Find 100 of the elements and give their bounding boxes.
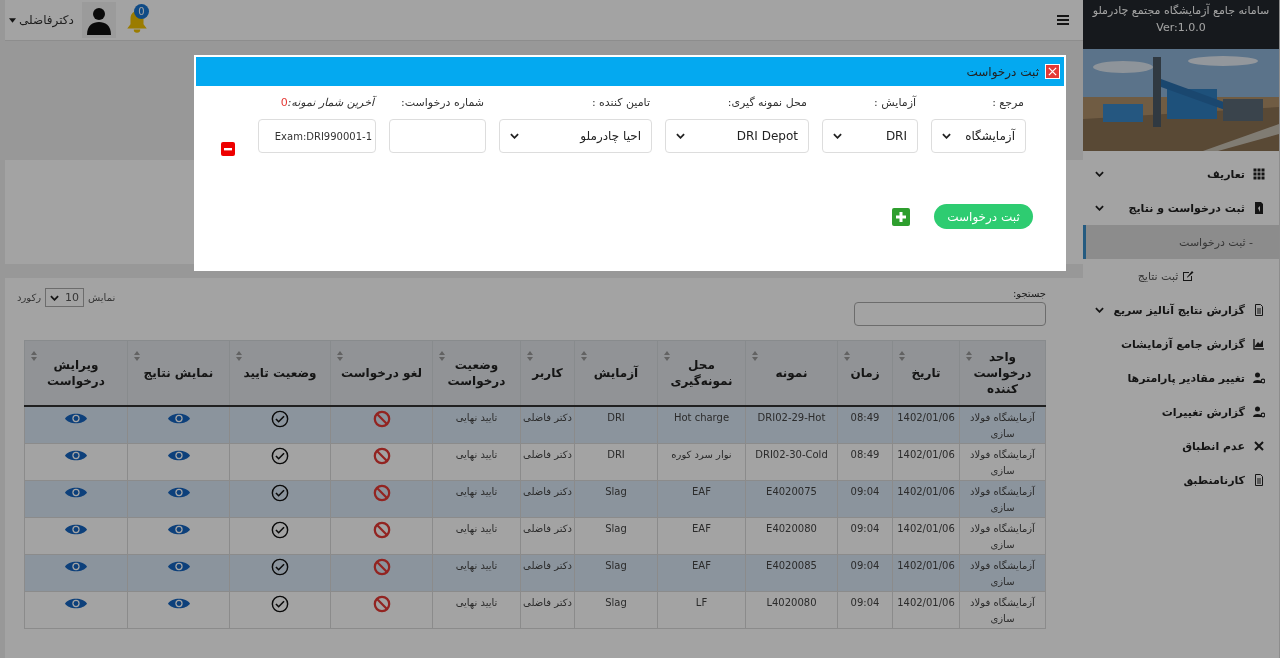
sort-icon[interactable] <box>581 351 587 361</box>
menu-item[interactable]: گزارش تغییرات <box>1083 395 1279 429</box>
table-cell: آزمایشگاه فولاد سازی <box>959 406 1046 443</box>
chevron-icon <box>833 133 842 139</box>
eye-icon[interactable] <box>167 559 190 573</box>
menu-item[interactable]: گزارش نتایج آنالیز سریع <box>1083 293 1279 327</box>
menu-item[interactable]: ثبت درخواست و نتایج <box>1083 191 1279 225</box>
eye-icon[interactable] <box>65 448 87 462</box>
add-icon[interactable] <box>892 207 910 226</box>
menu-item[interactable]: گزارش جامع آزمایشات <box>1083 327 1279 361</box>
column-header: تاریخ <box>911 366 941 380</box>
menu-item[interactable]: تعاریف <box>1083 157 1279 191</box>
table-cell: 1402/01/06 <box>892 443 960 480</box>
table-cell: DRI02-29-Hot <box>745 406 838 443</box>
search-label: جستجو: <box>1012 288 1046 299</box>
menu-item[interactable]: عدم انطباق <box>1083 429 1279 463</box>
column-header: نمایش نتایج <box>143 366 214 380</box>
sort-icon[interactable] <box>439 351 445 361</box>
cancel-icon[interactable] <box>372 410 391 428</box>
column-header: لغو درخواست <box>341 366 422 380</box>
sort-icon[interactable] <box>752 351 758 361</box>
table-cell: 1402/01/06 <box>892 480 960 517</box>
eye-icon[interactable] <box>167 522 190 536</box>
avatar-icon <box>81 2 116 38</box>
table-cell: دکتر فاضلی <box>520 480 575 517</box>
table-cell: EAF <box>657 480 746 517</box>
search-field[interactable] <box>854 302 1046 326</box>
caret-icon <box>9 17 16 23</box>
eye-icon[interactable] <box>167 485 190 499</box>
table-cell: LF <box>657 591 746 628</box>
table-cell: دکتر فاضلی <box>520 443 575 480</box>
column-header: ویرایش درخواست <box>47 358 105 388</box>
user-settings-icon <box>1253 372 1265 384</box>
close-icon <box>1253 440 1265 452</box>
remove-icon[interactable] <box>221 142 235 156</box>
chevron-icon <box>1095 307 1104 313</box>
submenu-item[interactable]: ثبت نتایج <box>1083 259 1279 293</box>
input-field[interactable] <box>389 119 486 153</box>
eye-icon[interactable] <box>65 485 87 499</box>
close-button[interactable] <box>1045 64 1060 79</box>
menu-item[interactable]: کارنامنطبق <box>1083 463 1279 497</box>
version-label: Ver:1.0.0 <box>1156 21 1206 34</box>
eye-icon[interactable] <box>167 596 190 610</box>
column-header: زمان <box>850 366 880 380</box>
eye-icon[interactable] <box>167 448 190 462</box>
eye-icon[interactable] <box>65 596 87 610</box>
table-cell: 09:04 <box>837 591 893 628</box>
sort-icon[interactable] <box>664 351 670 361</box>
sort-icon[interactable] <box>966 351 972 361</box>
menu-icon[interactable] <box>1057 15 1069 25</box>
dropdown[interactable]: DRI <box>822 119 918 153</box>
column-header: کاربر <box>532 366 563 380</box>
dropdown[interactable]: آزمایشگاه <box>931 119 1026 153</box>
user-menu[interactable]: دکترفاضلی <box>5 13 78 27</box>
chevron-icon <box>510 133 519 139</box>
eye-icon[interactable] <box>65 412 87 425</box>
chevron-icon <box>942 133 951 139</box>
column-header: آزمایش <box>593 366 639 380</box>
menu-item[interactable]: تغییر مقادیر پارامترها <box>1083 361 1279 395</box>
page-size-dropdown[interactable]: 10 <box>45 288 85 307</box>
records-label: رکورد <box>17 292 42 303</box>
show-label: نمایش <box>88 292 116 303</box>
table-cell: تایید نهایی <box>432 443 521 480</box>
column-header: وضعیت تایید <box>243 366 317 380</box>
dropdown[interactable]: احیا چادرملو <box>499 119 652 153</box>
chevron-icon <box>50 294 60 301</box>
table-cell: 09:04 <box>837 554 893 591</box>
eye-icon[interactable] <box>167 412 190 425</box>
table-cell: 1402/01/06 <box>892 554 960 591</box>
file-icon <box>1253 474 1265 486</box>
document-icon <box>1253 202 1265 214</box>
cancel-icon[interactable] <box>372 594 391 613</box>
input-field[interactable]: Exam:DRI990001-1 <box>258 119 376 153</box>
cancel-icon[interactable] <box>372 557 391 576</box>
table-cell: 09:04 <box>837 517 893 554</box>
sort-icon[interactable] <box>844 351 850 361</box>
table-cell: آزمایشگاه فولاد سازی <box>959 554 1046 591</box>
table-cell: E4020085 <box>745 554 838 591</box>
table-cell: آزمایشگاه فولاد سازی <box>959 480 1046 517</box>
table-cell: تایید نهایی <box>432 591 521 628</box>
sort-icon[interactable] <box>899 351 905 361</box>
sort-icon[interactable] <box>236 351 242 361</box>
field-label: تامین کننده : <box>590 96 651 109</box>
field-label: شماره درخواست: <box>400 96 485 109</box>
table-cell: 1402/01/06 <box>892 591 960 628</box>
sort-icon[interactable] <box>337 351 343 361</box>
submenu-item[interactable]: - ثبت درخواست <box>1083 225 1279 259</box>
cancel-icon[interactable] <box>372 446 391 465</box>
edit-icon <box>1182 270 1195 282</box>
table-cell: DRI <box>574 406 658 443</box>
sort-icon[interactable] <box>134 351 140 361</box>
table-cell: نوار سرد کوره <box>657 443 746 480</box>
eye-icon[interactable] <box>65 559 87 573</box>
eye-icon[interactable] <box>65 522 87 536</box>
sort-icon[interactable] <box>527 351 533 361</box>
dropdown[interactable]: DRI Depot <box>665 119 809 153</box>
cancel-icon[interactable] <box>372 483 391 502</box>
table-cell: آزمایشگاه فولاد سازی <box>959 517 1046 554</box>
cancel-icon[interactable] <box>372 520 391 539</box>
sort-icon[interactable] <box>31 351 37 361</box>
